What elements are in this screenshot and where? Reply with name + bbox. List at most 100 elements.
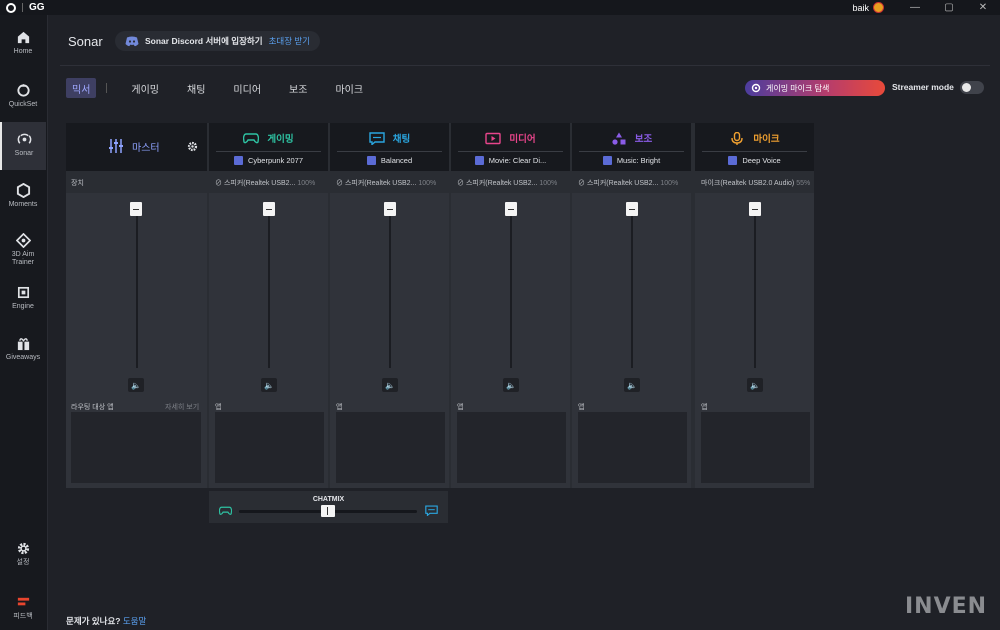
help-link[interactable]: 도움말 [123,616,146,626]
channel-mute-button-aux[interactable]: 🔈 [624,378,640,392]
device-percent: 100% [660,180,679,187]
channel-preset-aux[interactable]: Music: Bright [579,151,684,165]
discord-banner[interactable]: Sonar Discord 서버에 입장하기 초대장 받기 [115,31,321,51]
tab-aux[interactable]: 보조 [275,78,321,98]
channel-volume-track-mic[interactable] [754,203,756,368]
page-title: Sonar [68,34,103,49]
aim-trainer-icon [15,233,31,248]
sidebar-item-home[interactable]: Home [0,30,46,62]
device-percent: 100% [418,180,437,187]
routing-app-box [71,412,201,483]
device-percent: 100% [297,180,316,187]
channel-mute-button-mic[interactable]: 🔈 [747,378,763,392]
avatar[interactable] [873,2,884,13]
channel-volume-track-chat[interactable] [389,203,391,368]
preset-name: Balanced [380,156,413,165]
app-logo: GG [0,2,45,13]
link-icon: ⊘ [457,180,466,187]
engine-icon [17,286,29,299]
channel-app-label-media: 앱 [457,404,464,411]
sidebar-item-engine[interactable]: Engine [0,285,46,317]
sidebar-item-giveaways[interactable]: Giveaways [0,336,46,368]
sidebar-item-settings[interactable]: 설정 [0,541,46,573]
master-volume-track[interactable] [136,203,138,368]
aux-icon [612,132,626,145]
preset-name: Movie: Clear Di... [488,156,547,165]
streamer-mode-toggle[interactable] [960,81,984,94]
channel-name: 마이크 [753,134,780,145]
master-volume-thumb[interactable] [130,202,142,216]
sidebar-item-label: 설정 [16,559,30,566]
channel-name: 보조 [634,134,653,145]
channel-device-chat[interactable]: ⊘ 스피커(Realtek USB2... 100% [336,178,449,188]
maximize-button[interactable]: ▢ [932,0,966,15]
tab-bar: 믹서 게이밍 채팅 미디어 보조 마이크 [66,78,377,98]
sidebar-item-sonar[interactable]: Sonar [0,122,46,170]
device-percent: 55% [796,180,811,187]
channel-title-media: 미디어 [451,131,570,145]
master-settings-gear-icon[interactable] [187,141,198,152]
tab-media[interactable]: 미디어 [219,78,275,98]
tab-chat[interactable]: 채팅 [173,78,219,98]
channel-device-gaming[interactable]: ⊘ 스피커(Realtek USB2... 100% [215,178,328,188]
close-button[interactable]: ✕ [966,0,1000,15]
streamer-mode-label: Streamer mode [892,82,954,92]
minimize-button[interactable]: — [898,0,932,15]
channel-preset-chat[interactable]: Balanced [337,151,442,165]
channel-header-chat: 채팅 Balanced [330,123,449,171]
channel-name: 게이밍 [267,134,294,145]
channel-volume-track-media[interactable] [510,203,512,368]
gift-icon [17,337,29,351]
steelseries-icon [751,83,761,93]
channel-preset-media[interactable]: Movie: Clear Di... [458,151,563,165]
channel-device-mic[interactable]: 마이크(Realtek USB2.0 Audio) 55% [701,178,814,188]
gear-icon [17,542,29,555]
chat-icon [425,505,438,516]
channel-preset-gaming[interactable]: Cyberpunk 2077 [216,151,321,165]
channel-volume-thumb-aux[interactable] [626,202,638,216]
channel-volume-track-gaming[interactable] [268,203,270,368]
channel-volume-thumb-gaming[interactable] [263,202,275,216]
discord-invite-link[interactable]: 초대장 받기 [269,35,310,47]
explore-gaming-mic-button[interactable]: 게이밍 마이크 탐색 [745,80,885,96]
sliders-icon [109,139,123,153]
user-name[interactable]: baik [852,3,869,13]
channel-mute-button-chat[interactable]: 🔈 [382,378,398,392]
sidebar-item-aim-trainer[interactable]: 3D Aim Trainer [0,233,46,273]
preset-icon [474,156,484,165]
sidebar-item-moments[interactable]: Moments [0,183,46,215]
sidebar-item-label: QuickSet [8,101,38,108]
preset-icon [728,156,738,165]
link-icon: ⊘ [215,180,224,187]
detail-link[interactable]: 자세히 보기 [165,402,199,412]
explore-gaming-mic-label: 게이밍 마이크 탐색 [766,83,830,93]
title-bar: GG baik — ▢ ✕ [0,0,1000,15]
tab-mixer[interactable]: 믹서 [66,78,97,98]
channel-device-aux[interactable]: ⊘ 스피커(Realtek USB2... 100% [578,178,691,188]
quickset-icon [16,83,30,97]
moments-icon [16,183,30,198]
tab-mic[interactable]: 마이크 [321,78,377,98]
channel-volume-thumb-media[interactable] [505,202,517,216]
channel-app-label-mic: 앱 [701,404,708,411]
gaming-icon [243,132,260,143]
sidebar-item-feedback[interactable]: 피드백 [0,595,46,627]
channel-mute-button-gaming[interactable]: 🔈 [261,378,277,392]
master-title: 마스터 [108,138,160,154]
gamepad-icon [219,506,232,515]
sidebar-item-quickset[interactable]: QuickSet [0,83,46,115]
channel-app-box-aux [578,412,687,483]
tab-gaming[interactable]: 게이밍 [117,78,173,98]
channel-header-media: 미디어 Movie: Clear Di... [451,123,570,171]
channel-volume-thumb-chat[interactable] [384,202,396,216]
chat-icon [369,131,385,145]
channel-mute-button-media[interactable]: 🔈 [503,378,519,392]
master-mute-button[interactable]: 🔈 [128,378,144,392]
chatmix-slider-thumb[interactable] [321,505,335,517]
channel-device-media[interactable]: ⊘ 스피커(Realtek USB2... 100% [457,178,570,188]
channel-preset-mic[interactable]: Deep Voice [702,151,807,165]
channel-volume-track-aux[interactable] [631,203,633,368]
channel-volume-thumb-mic[interactable] [749,202,761,216]
channel-app-label-gaming: 앱 [215,404,222,411]
help-question: 문제가 있나요? [66,616,121,626]
